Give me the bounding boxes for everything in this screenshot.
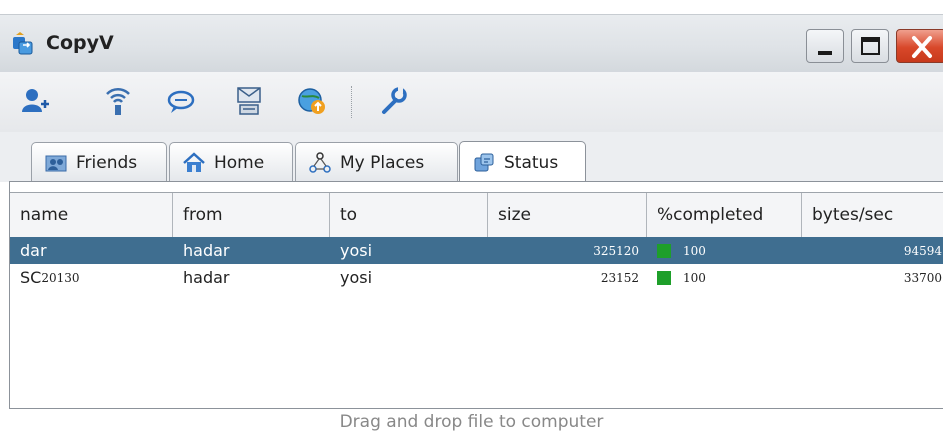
tab-my-places[interactable]: My Places bbox=[295, 142, 458, 182]
minimize-button[interactable] bbox=[806, 29, 844, 63]
chat-icon[interactable] bbox=[164, 84, 198, 118]
wireless-icon[interactable] bbox=[101, 84, 135, 118]
column-header-completed[interactable]: %completed bbox=[647, 193, 802, 237]
cell-bytes-sec: 33700 bbox=[903, 270, 942, 285]
app-logo-icon bbox=[10, 31, 36, 57]
cell-name: SC 20130 bbox=[10, 264, 173, 291]
tab-friends-label: Friends bbox=[76, 152, 138, 173]
add-user-icon[interactable] bbox=[18, 84, 52, 118]
table-row[interactable]: dar hadar yosi 325120 100 94594 bbox=[10, 237, 943, 264]
close-icon bbox=[912, 36, 932, 58]
toolbar bbox=[0, 72, 943, 133]
cell-size: 325120 bbox=[593, 243, 639, 258]
tab-status-label: Status bbox=[504, 152, 559, 173]
cell-completed: 100 bbox=[647, 264, 802, 291]
cell-name-suffix: 20130 bbox=[41, 270, 80, 285]
maximize-button[interactable] bbox=[851, 29, 889, 63]
cell-size: 23152 bbox=[600, 270, 639, 285]
window-title: CopyV bbox=[46, 32, 114, 54]
title-bar[interactable]: CopyV bbox=[0, 14, 943, 73]
progress-indicator bbox=[657, 243, 671, 258]
cell-name: dar bbox=[20, 241, 47, 260]
drop-hint: Drag and drop file to computer bbox=[339, 412, 604, 432]
cell-completed: 100 bbox=[647, 237, 802, 264]
column-header-to[interactable]: to bbox=[330, 193, 488, 237]
transfer-panel: name from to size %completed bytes/sec d… bbox=[9, 181, 943, 409]
tab-my-places-label: My Places bbox=[340, 152, 425, 173]
progress-indicator bbox=[657, 270, 671, 285]
maximize-icon bbox=[861, 37, 880, 55]
tab-status[interactable]: Status bbox=[459, 141, 586, 183]
minimize-icon bbox=[818, 51, 832, 55]
close-button[interactable] bbox=[896, 29, 943, 63]
cell-to: yosi bbox=[340, 241, 373, 260]
cell-from: hadar bbox=[183, 241, 230, 260]
table-row[interactable]: SC 20130 hadar yosi 23152 100 33700 bbox=[10, 264, 943, 291]
completed-value: 100 bbox=[683, 270, 706, 285]
status-icon bbox=[472, 151, 496, 175]
tab-home[interactable]: Home bbox=[169, 142, 293, 182]
column-header-name[interactable]: name bbox=[10, 193, 173, 237]
toolbar-separator bbox=[351, 86, 353, 118]
globe-upload-icon[interactable] bbox=[295, 84, 329, 118]
cell-to: yosi bbox=[340, 268, 373, 287]
column-header-from[interactable]: from bbox=[173, 193, 330, 237]
tab-home-label: Home bbox=[214, 152, 265, 173]
column-header-size[interactable]: size bbox=[488, 193, 647, 237]
column-header-bytes-sec[interactable]: bytes/sec bbox=[802, 193, 943, 237]
tab-friends[interactable]: Friends bbox=[31, 142, 167, 182]
home-icon bbox=[182, 151, 206, 175]
friends-icon bbox=[44, 151, 68, 175]
completed-value: 100 bbox=[683, 243, 706, 258]
wrench-icon[interactable] bbox=[376, 84, 410, 118]
mail-network-icon[interactable] bbox=[232, 84, 266, 118]
table-header: name from to size %completed bytes/sec bbox=[10, 192, 943, 238]
cell-bytes-sec: 94594 bbox=[903, 243, 942, 258]
cell-from: hadar bbox=[183, 268, 230, 287]
tab-strip: Friends Home My Places Status bbox=[0, 132, 943, 183]
cell-name-prefix: SC bbox=[20, 268, 42, 287]
app-window: CopyV Friends Home My Places Status name… bbox=[0, 0, 943, 439]
places-icon bbox=[308, 151, 332, 175]
